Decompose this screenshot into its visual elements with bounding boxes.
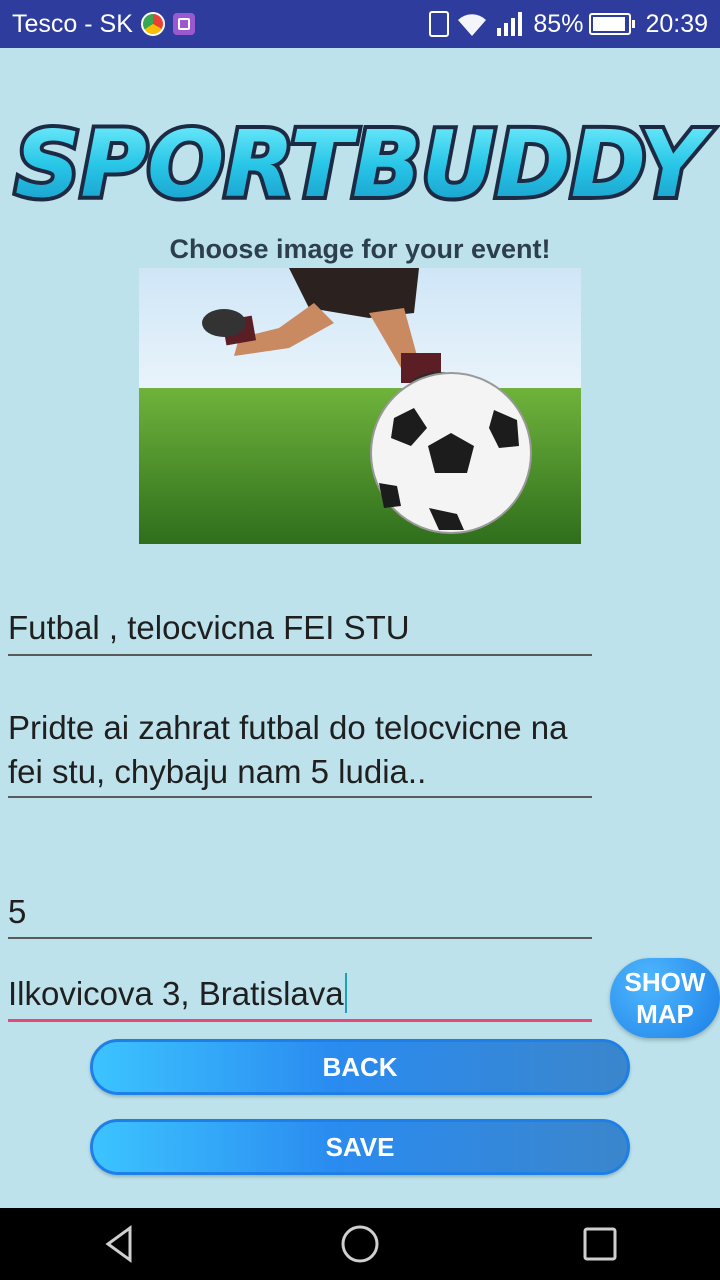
back-button[interactable]: BACK	[90, 1039, 630, 1095]
event-title-input[interactable]: Futbal , telocvicna FEI STU	[8, 606, 592, 650]
gallery-icon	[172, 13, 195, 35]
nav-home-icon[interactable]	[320, 1214, 400, 1274]
save-button[interactable]: SAVE	[90, 1119, 630, 1175]
wifi-icon	[458, 14, 487, 36]
battery-percent: 85%	[533, 9, 584, 38]
battery-icon	[589, 13, 636, 35]
clock: 20:39	[645, 9, 708, 38]
system-navigation-bar	[0, 1208, 720, 1280]
show-map-label-line1: SHOW	[624, 967, 706, 997]
event-image[interactable]	[139, 268, 581, 544]
address-underline	[8, 1019, 592, 1022]
nav-recents-icon[interactable]	[560, 1214, 640, 1274]
logo-text: SPORTBUDDY	[15, 111, 713, 218]
chrome-icon	[140, 12, 165, 36]
app-logo: SPORTBUDDY	[0, 96, 720, 226]
choose-image-label: Choose image for your event!	[169, 234, 551, 264]
show-map-button[interactable]: SHOW MAP	[610, 958, 720, 1038]
vibrate-icon	[429, 11, 450, 37]
address-input[interactable]: Ilkovicova 3, Bratislava	[8, 972, 592, 1016]
status-bar: Tesco - SK 85% 20:39	[0, 0, 720, 48]
title-underline	[8, 654, 592, 656]
description-underline	[8, 796, 592, 798]
carrier-label: Tesco - SK	[12, 9, 133, 38]
address-value: Ilkovicova 3, Bratislava	[8, 975, 344, 1012]
text-cursor	[344, 973, 347, 1013]
show-map-label-line2: MAP	[636, 999, 694, 1029]
player-count-input[interactable]: 5	[8, 890, 592, 934]
event-description-input[interactable]: Pridte ai zahrat futbal do telocvicne na…	[8, 706, 592, 794]
signal-icon	[497, 12, 523, 36]
count-underline	[8, 937, 592, 939]
nav-back-icon[interactable]	[80, 1214, 160, 1274]
